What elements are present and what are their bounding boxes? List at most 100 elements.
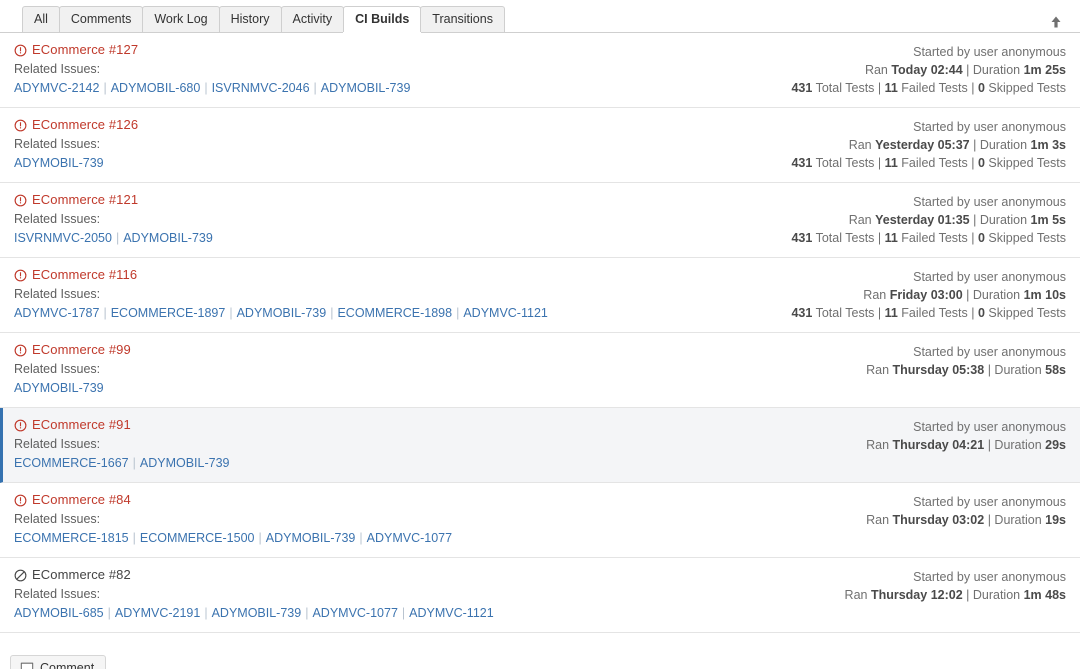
- issue-separator: |: [107, 606, 111, 620]
- related-issues-links: ADYMVC-2142 | ADYMOBIL-680 | ISVRNMVC-2046 | A…: [14, 79, 410, 97]
- issue-link[interactable]: ADYMVC-2191: [115, 606, 200, 620]
- build-row[interactable]: ECommerce #126 Related Issues: ADYMOBIL-73…: [0, 108, 1080, 183]
- duration-value: 1m 5s: [1030, 213, 1066, 227]
- build-name: ECommerce #82: [32, 567, 131, 582]
- build-meta: Started by user anonymous Ran Yesterday 0…: [791, 192, 1066, 247]
- test-summary: 431 Total Tests | 11 Failed Tests | 0 Sk…: [791, 79, 1066, 97]
- issue-link[interactable]: ISVRNMVC-2050: [14, 231, 112, 245]
- total-tests-label: Total Tests |: [812, 231, 885, 245]
- skipped-tests-count: 0: [977, 306, 985, 320]
- issue-link[interactable]: ECOMMERCE-1667: [14, 456, 129, 470]
- build-row[interactable]: ECommerce #82 Related Issues: ADYMOBIL-685…: [0, 558, 1080, 633]
- build-row[interactable]: ECommerce #116 Related Issues: ADYMVC-1787…: [0, 258, 1080, 333]
- build-link[interactable]: ECommerce #116: [14, 267, 548, 283]
- duration-value: 1m 48s: [1023, 588, 1066, 602]
- issue-link[interactable]: ADYMOBIL-739: [140, 456, 230, 470]
- started-by: Started by user anonymous: [913, 345, 1066, 359]
- failed-tests-label: Failed Tests |: [897, 81, 978, 95]
- build-row[interactable]: ECommerce #127 Related Issues: ADYMVC-2142…: [0, 33, 1080, 108]
- issue-link[interactable]: ADYMOBIL-685: [14, 606, 104, 620]
- build-link[interactable]: ECommerce #84: [14, 492, 452, 508]
- skipped-tests-count: 0: [977, 81, 985, 95]
- issue-link[interactable]: ADYMOBIL-739: [14, 156, 104, 170]
- ran-prefix: Ran: [864, 63, 892, 77]
- issue-link[interactable]: ADYMOBIL-739: [266, 531, 356, 545]
- issue-separator: |: [132, 456, 136, 470]
- started-by: Started by user anonymous: [913, 420, 1066, 434]
- build-name: ECommerce #91: [32, 417, 131, 432]
- issue-link[interactable]: ADYMOBIL-739: [123, 231, 213, 245]
- ran-time: Yesterday 01:35: [875, 213, 970, 227]
- build-link[interactable]: ECommerce #127: [14, 42, 410, 58]
- error-circle-icon: [14, 419, 27, 432]
- total-tests-count: 431: [791, 81, 813, 95]
- ran-time: Friday 03:00: [889, 288, 963, 302]
- duration-prefix: | Duration: [969, 213, 1031, 227]
- build-meta: Started by user anonymous Ran Yesterday 0…: [791, 117, 1066, 172]
- issue-link[interactable]: ECOMMERCE-1500: [140, 531, 255, 545]
- duration-prefix: | Duration: [984, 513, 1046, 527]
- build-meta: Started by user anonymous Ran Thursday 03…: [866, 492, 1066, 529]
- comment-button[interactable]: Comment: [10, 655, 107, 669]
- related-issues-label: Related Issues:: [14, 62, 101, 76]
- issue-link[interactable]: ADYMVC-1121: [463, 306, 548, 320]
- build-info: ECommerce #99 Related Issues: ADYMOBIL-739: [14, 342, 131, 397]
- ran-prefix: Ran: [844, 588, 871, 602]
- issue-link[interactable]: ECOMMERCE-1815: [14, 531, 129, 545]
- build-link[interactable]: ECommerce #121: [14, 192, 213, 208]
- tab-all[interactable]: All: [22, 6, 60, 32]
- build-info: ECommerce #127 Related Issues: ADYMVC-2142…: [14, 42, 410, 97]
- issue-link[interactable]: ADYMVC-1787: [14, 306, 99, 320]
- tab-transitions[interactable]: Transitions: [420, 6, 505, 32]
- run-time-duration: Ran Thursday 04:21 | Duration 29s: [866, 436, 1066, 454]
- issue-separator: |: [204, 606, 208, 620]
- issue-link[interactable]: ECOMMERCE-1898: [337, 306, 452, 320]
- build-row[interactable]: ECommerce #99 Related Issues: ADYMOBIL-739…: [0, 333, 1080, 408]
- build-row[interactable]: ECommerce #84 Related Issues: ECOMMERCE-18…: [0, 483, 1080, 558]
- issue-separator: |: [330, 306, 334, 320]
- arrow-up-icon[interactable]: [1048, 14, 1064, 30]
- build-row[interactable]: ECommerce #91 Related Issues: ECOMMERCE-16…: [0, 408, 1080, 483]
- tab-comments[interactable]: Comments: [58, 6, 144, 32]
- build-link[interactable]: ECommerce #82: [14, 567, 494, 583]
- tab-ci-builds[interactable]: CI Builds: [343, 6, 422, 32]
- related-issues-label: Related Issues:: [14, 512, 101, 526]
- error-circle-icon: [14, 194, 27, 207]
- skipped-tests-count: 0: [977, 156, 985, 170]
- issue-link[interactable]: ADYMOBIL-680: [111, 81, 201, 95]
- total-tests-count: 431: [791, 156, 813, 170]
- build-link[interactable]: ECommerce #126: [14, 117, 138, 133]
- build-row[interactable]: ECommerce #121 Related Issues: ISVRNMVC-20…: [0, 183, 1080, 258]
- tab-work-log[interactable]: Work Log: [142, 6, 220, 32]
- issue-separator: |: [204, 81, 208, 95]
- issue-link[interactable]: ECOMMERCE-1897: [111, 306, 226, 320]
- ran-time: Thursday 03:02: [892, 513, 985, 527]
- issue-link[interactable]: ADYMOBIL-739: [212, 606, 302, 620]
- issue-link[interactable]: ISVRNMVC-2046: [212, 81, 310, 95]
- issue-link[interactable]: ADYMVC-2142: [14, 81, 99, 95]
- build-meta: Started by user anonymous Ran Today 02:44…: [791, 42, 1066, 97]
- issue-link[interactable]: ADYMVC-1121: [409, 606, 494, 620]
- issue-link[interactable]: ADYMVC-1077: [312, 606, 397, 620]
- issue-separator: |: [115, 231, 120, 245]
- duration-value: 1m 10s: [1023, 288, 1066, 302]
- comment-button-label: Comment: [40, 661, 95, 669]
- error-circle-icon: [14, 344, 27, 357]
- issue-link[interactable]: ADYMVC-1077: [367, 531, 452, 545]
- issue-link[interactable]: ADYMOBIL-739: [321, 81, 411, 95]
- issue-link[interactable]: ADYMOBIL-739: [14, 381, 104, 395]
- started-by: Started by user anonymous: [913, 45, 1066, 59]
- run-time-duration: Ran Yesterday 05:37 | Duration 1m 3s: [791, 136, 1066, 154]
- ran-prefix: Ran: [866, 438, 893, 452]
- tab-activity[interactable]: Activity: [280, 6, 345, 32]
- duration-value: 19s: [1045, 513, 1066, 527]
- build-link[interactable]: ECommerce #99: [14, 342, 131, 358]
- related-issues-label: Related Issues:: [14, 437, 101, 451]
- skipped-tests-label: Skipped Tests: [984, 156, 1066, 170]
- tab-history[interactable]: History: [218, 6, 282, 32]
- skipped-tests-label: Skipped Tests: [984, 231, 1066, 245]
- related-issues-links: ECOMMERCE-1667 | ADYMOBIL-739: [14, 454, 230, 472]
- issue-link[interactable]: ADYMOBIL-739: [237, 306, 327, 320]
- build-link[interactable]: ECommerce #91: [14, 417, 230, 433]
- build-meta: Started by user anonymous Ran Thursday 12…: [845, 567, 1066, 604]
